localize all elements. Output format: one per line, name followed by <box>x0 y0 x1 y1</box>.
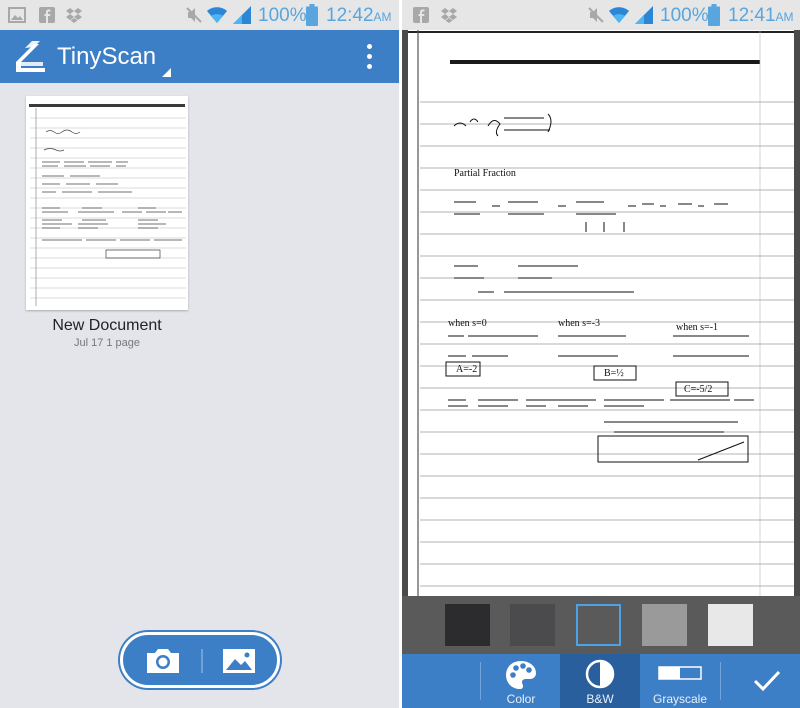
dropdown-triangle-icon[interactable] <box>162 68 171 77</box>
mute-icon <box>186 7 202 23</box>
color-swatches <box>402 596 800 654</box>
swatch-darkest[interactable] <box>445 604 490 646</box>
filter-bw-button[interactable]: B&W <box>560 654 640 708</box>
status-bar: 100% 12:41AM <box>402 0 800 30</box>
palette-icon <box>506 661 536 689</box>
battery-percent: 100% <box>660 5 709 26</box>
clock: 12:42AM <box>326 5 392 27</box>
checkmark-icon[interactable] <box>752 668 782 694</box>
dropbox-icon <box>441 8 457 23</box>
document-list-screen: 100% 12:42AM TinyScan New Document Jul 1… <box>0 0 399 708</box>
clock: 12:41AM <box>728 5 794 27</box>
scanner-logo-icon <box>16 41 45 72</box>
facebook-icon <box>39 7 55 23</box>
dropbox-icon <box>66 8 82 23</box>
capture-bar <box>120 632 280 688</box>
clock-time: 12:42 <box>326 5 374 26</box>
capture-divider <box>201 649 203 673</box>
clock-ampm: AM <box>775 10 794 24</box>
document-card[interactable] <box>26 96 188 310</box>
gallery-image-icon[interactable] <box>219 645 259 677</box>
facebook-icon <box>413 7 429 23</box>
page-answer-3: C=-5/2 <box>684 384 712 395</box>
wifi-icon <box>609 7 629 23</box>
swatch-medium[interactable] <box>576 604 621 646</box>
app-title[interactable]: TinyScan <box>57 43 156 71</box>
signal-icon <box>635 6 653 24</box>
document-meta: Jul 17 1 page <box>73 337 141 349</box>
gallery-icon <box>8 7 26 23</box>
mute-icon <box>588 7 604 23</box>
app-bar: TinyScan <box>0 30 399 83</box>
page-editor-screen: 100% 12:41AM Partial Fraction when s=0 w… <box>402 0 800 708</box>
scanned-page-preview[interactable]: Partial Fraction when s=0 when s=-3 when… <box>408 30 794 596</box>
swatch-lightest[interactable] <box>708 604 753 646</box>
signal-icon <box>233 6 251 24</box>
document-thumbnail[interactable] <box>26 96 188 310</box>
clock-time: 12:41 <box>728 5 776 26</box>
filter-grayscale-button[interactable]: Grayscale <box>640 654 720 708</box>
filter-divider <box>480 662 481 700</box>
grayscale-bar-icon <box>658 666 702 680</box>
battery-icon <box>306 4 318 26</box>
page-case-3: when s=-1 <box>676 322 718 333</box>
page-case-1: when s=0 <box>448 318 487 329</box>
swatch-dark[interactable] <box>510 604 555 646</box>
page-case-2: when s=-3 <box>558 318 600 329</box>
status-bar: 100% 12:42AM <box>0 0 399 30</box>
battery-icon <box>708 4 720 26</box>
overflow-menu-icon[interactable] <box>358 40 382 74</box>
filter-bw-label: B&W <box>586 692 614 706</box>
page-answer-2: B=½ <box>604 368 624 379</box>
contrast-icon <box>585 659 615 689</box>
page-heading: Partial Fraction <box>454 168 516 179</box>
filter-divider <box>720 662 721 700</box>
filter-color-label: Color <box>506 692 536 706</box>
document-name[interactable]: New Document <box>26 317 188 335</box>
wifi-icon <box>207 7 227 23</box>
clock-ampm: AM <box>373 10 392 24</box>
scanned-page-area[interactable]: Partial Fraction when s=0 when s=-3 when… <box>402 30 800 596</box>
swatch-light[interactable] <box>642 604 687 646</box>
filter-bar: Color B&W Grayscale <box>402 654 800 708</box>
camera-icon[interactable] <box>143 645 183 677</box>
battery-percent: 100% <box>258 5 307 26</box>
filter-color-button[interactable]: Color <box>482 654 560 708</box>
page-answer-1: A=-2 <box>456 364 477 375</box>
filter-grayscale-label: Grayscale <box>652 692 708 706</box>
